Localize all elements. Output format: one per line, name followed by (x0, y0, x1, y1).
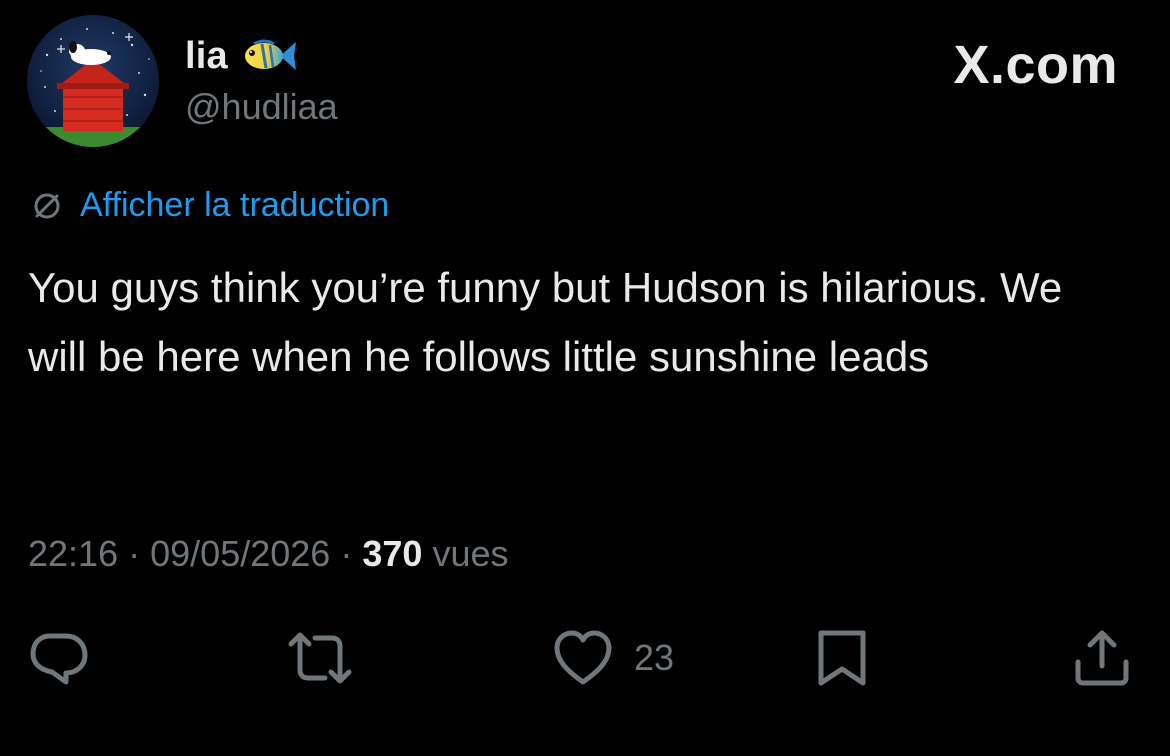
meta-separator: · (128, 533, 141, 574)
brand-watermark: X.com (953, 35, 1118, 95)
author-display-name[interactable]: lia (185, 35, 228, 78)
translate-link-label: Afficher la traduction (80, 186, 390, 224)
globe-translate-icon (30, 189, 64, 223)
tweet-meta: 22:16 · 09/05/2026 · 370 vues (28, 533, 508, 575)
tweet-date[interactable]: 09/05/2026 (150, 533, 330, 574)
author-name-row[interactable]: lia (185, 34, 298, 78)
bookmark-button[interactable] (815, 628, 869, 688)
tropical-fish-icon (240, 36, 298, 76)
share-icon (1072, 628, 1132, 688)
translate-link[interactable]: Afficher la traduction (30, 186, 389, 225)
avatar[interactable] (27, 15, 159, 147)
reply-icon (28, 628, 90, 688)
heart-icon (552, 628, 614, 688)
tweet-text: You guys think you’re funny but Hudson i… (28, 264, 1063, 380)
views-label: vues (432, 533, 509, 574)
author-handle[interactable]: @hudliaa (185, 86, 338, 128)
share-button[interactable] (1072, 628, 1132, 688)
bookmark-icon (815, 628, 869, 688)
like-button[interactable]: 23 (552, 628, 674, 688)
repost-button[interactable] (285, 628, 355, 688)
views-count: 370 (362, 533, 423, 574)
reply-button[interactable] (28, 628, 90, 688)
snoopy-doghouse-avatar-image (27, 15, 159, 147)
repost-icon (285, 628, 355, 688)
meta-separator: · (340, 533, 353, 574)
like-count: 23 (634, 637, 675, 678)
tweet-time[interactable]: 22:16 (28, 533, 118, 574)
